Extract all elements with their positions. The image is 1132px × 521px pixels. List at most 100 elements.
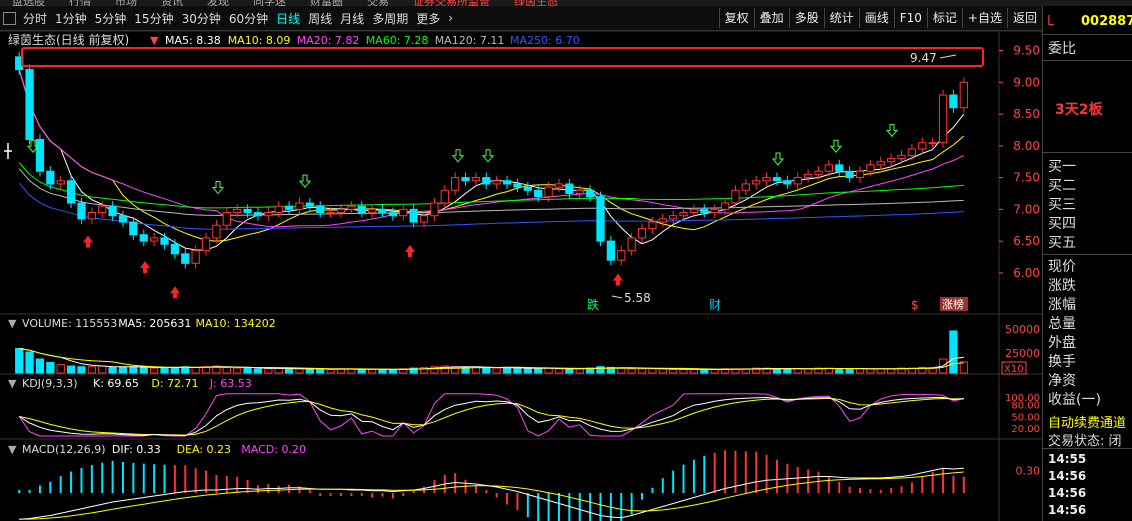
- top-menu-item[interactable]: 财富圈: [310, 0, 343, 6]
- tick-time: 14:56: [1048, 486, 1087, 500]
- candle-body: [513, 183, 522, 188]
- candle-body: [710, 208, 719, 214]
- volume-ma10-line: [19, 348, 964, 370]
- tick-time: 14:56: [1048, 503, 1087, 517]
- candle-body: [160, 237, 169, 245]
- period-tab[interactable]: 多周期: [368, 10, 412, 27]
- kdj-legend-item: J: 63.53: [209, 377, 252, 390]
- candle-body: [181, 253, 190, 264]
- top-menu-item[interactable]: 资讯: [161, 0, 183, 6]
- volume-bar: [170, 366, 180, 374]
- candle-body: [46, 170, 55, 185]
- quote-label: 涨跌: [1048, 278, 1076, 294]
- period-tab[interactable]: 15分钟: [130, 10, 177, 27]
- top-menu-item[interactable]: 同学迷: [253, 0, 286, 6]
- stock-code-row: L 002887: [1043, 14, 1132, 32]
- toolbar-button[interactable]: 叠加: [753, 8, 789, 28]
- top-menu-item[interactable]: 交易: [367, 0, 389, 6]
- toolbar-button[interactable]: 画线: [858, 8, 894, 28]
- candle-body: [243, 208, 252, 214]
- volume-bar: [451, 366, 460, 374]
- toolbar-button[interactable]: +自选: [961, 8, 1007, 28]
- sell-signal-arrow: [481, 149, 495, 163]
- volume-bar: [575, 368, 584, 374]
- chevron-right-icon[interactable]: ›: [444, 11, 457, 25]
- kline-chart[interactable]: 绿茵生态(日线 前复权) ▼ MA5: 8.38 MA10: 8.09 MA20: 7.…: [0, 31, 1042, 521]
- candle-body: [222, 212, 231, 226]
- candle-body: [284, 205, 294, 210]
- period-tab[interactable]: 分时: [19, 10, 51, 27]
- candle-body: [949, 94, 958, 109]
- toolbar-button[interactable]: F10: [893, 8, 927, 28]
- candle-body: [326, 212, 335, 215]
- volume-bar: [845, 368, 854, 374]
- trade-status: 交易状态: 闭: [1048, 434, 1122, 449]
- candle-body: [585, 189, 595, 198]
- kdj-legend-item: K: 69.65: [93, 377, 139, 390]
- price-tick-label: 6.50: [1013, 234, 1040, 248]
- candle-body: [762, 177, 771, 182]
- ma120-line: [18, 168, 964, 216]
- top-menu-item[interactable]: 绿茵生态: [514, 0, 558, 6]
- top-menu-item[interactable]: 发现: [207, 0, 229, 6]
- toolbar-button[interactable]: 复权: [718, 8, 754, 28]
- toolbar-button[interactable]: 标记: [926, 8, 962, 28]
- candle-body: [357, 205, 366, 214]
- period-tab[interactable]: 月线: [336, 10, 368, 27]
- top-menu-item[interactable]: 市场: [115, 0, 137, 6]
- weibi-label: 委比: [1048, 41, 1076, 57]
- tick-time: 14:55: [1048, 452, 1087, 466]
- candle-body: [316, 205, 325, 214]
- period-tab[interactable]: 更多: [412, 10, 444, 27]
- top-menu-item[interactable]: 证券交易所监管: [413, 0, 490, 6]
- candle-body: [25, 69, 34, 140]
- volume-bar: [949, 330, 958, 374]
- toolbar-button[interactable]: 多股: [788, 8, 824, 28]
- candle-body: [399, 208, 408, 217]
- candle-body: [627, 237, 636, 252]
- period-tab[interactable]: 60分钟: [225, 10, 272, 27]
- volume-bar: [534, 368, 543, 374]
- macd-dea-line: [19, 471, 964, 520]
- ma5-line: [18, 69, 965, 251]
- candle-body: [66, 180, 76, 204]
- macd-legend-item: DIF: 0.33: [112, 443, 161, 456]
- kdj-j-line: [18, 393, 964, 437]
- event-marker: 涨榜: [942, 297, 964, 311]
- period-tab[interactable]: 1分钟: [51, 10, 91, 27]
- auto-renew-promo[interactable]: 自动续费通道: [1048, 412, 1126, 431]
- volume-tick-label: 25000: [1005, 347, 1040, 360]
- sell-signal-arrow: [771, 152, 785, 166]
- layout-icon[interactable]: [3, 11, 16, 25]
- ma250-line: [18, 182, 964, 230]
- candle-body: [938, 94, 948, 144]
- sell-signal-arrow: [451, 149, 465, 163]
- sell-signal-arrow: [885, 123, 899, 138]
- chart-annotation: 3天2板: [1055, 102, 1103, 118]
- top-menu-item[interactable]: 盘选股: [12, 0, 45, 6]
- buy-level-label: 买二: [1048, 178, 1076, 194]
- panel-toggle-icon: ▼: [8, 443, 17, 456]
- period-tab[interactable]: 30分钟: [178, 10, 225, 27]
- candle-body: [77, 202, 86, 220]
- period-tab[interactable]: 日线: [272, 10, 304, 27]
- stock-code[interactable]: 002887: [1081, 14, 1132, 29]
- toolbar-button[interactable]: 统计: [823, 8, 859, 28]
- volume-bar: [710, 369, 719, 374]
- candle-body: [658, 218, 667, 223]
- volume-bar: [502, 366, 512, 374]
- volume-bar: [523, 368, 532, 374]
- volume-bar: [658, 368, 667, 374]
- volume-bar: [264, 368, 273, 374]
- volume-bar: [191, 366, 200, 374]
- price-tick-label: 8.00: [1013, 139, 1040, 153]
- period-tab[interactable]: 周线: [304, 10, 336, 27]
- volume-bar: [15, 348, 24, 374]
- period-tab[interactable]: 5分钟: [91, 10, 131, 27]
- quote-label: 换手: [1048, 354, 1076, 370]
- toolbar-button[interactable]: 返回: [1006, 8, 1042, 28]
- candle-body: [201, 237, 211, 252]
- candle-body: [523, 186, 532, 191]
- volume-bar: [554, 368, 564, 374]
- top-menu-item[interactable]: 行情: [69, 0, 91, 6]
